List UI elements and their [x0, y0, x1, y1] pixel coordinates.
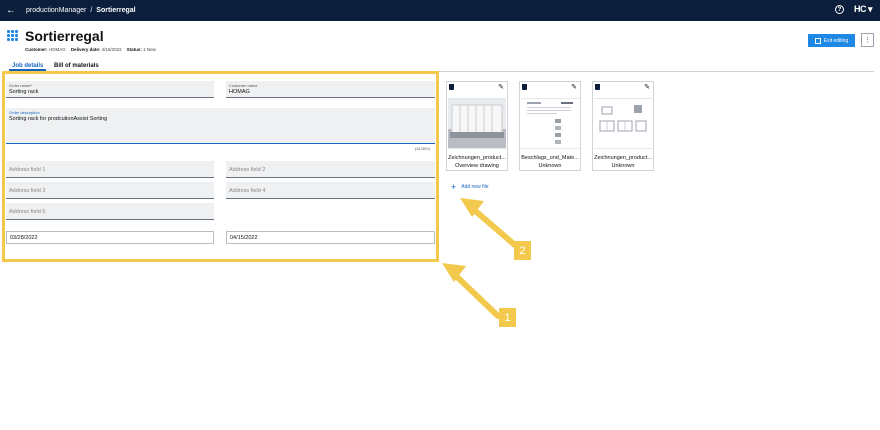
- callout-arrows: [442, 198, 519, 319]
- callout-badge-1: 1: [499, 308, 516, 327]
- callout-badge-2: 2: [514, 241, 531, 260]
